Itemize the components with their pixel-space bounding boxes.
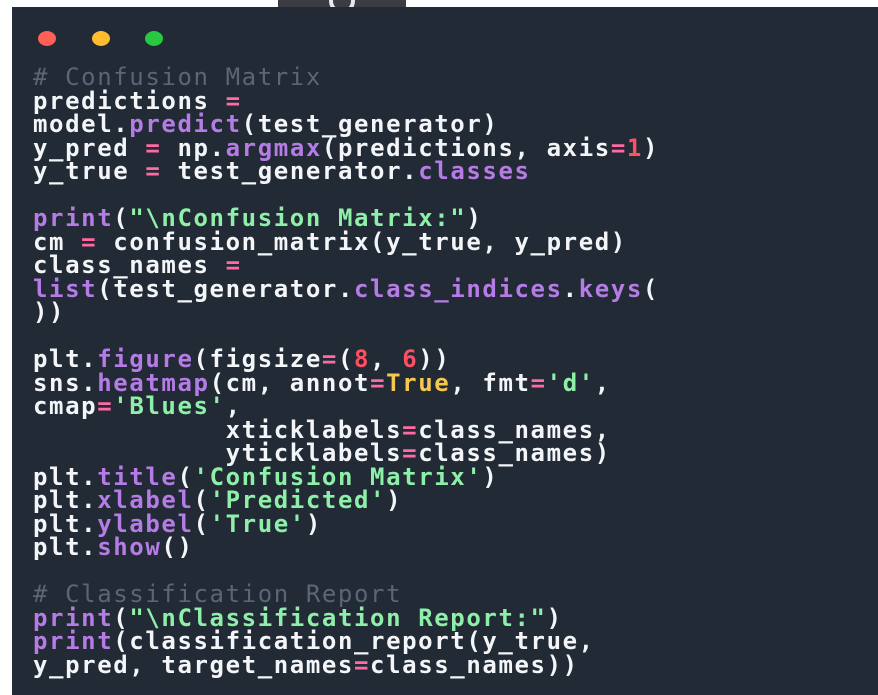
code-token: keys [578,274,643,303]
code-token: = [530,368,547,397]
code-token: ) [642,133,659,162]
code-token: ) [482,462,499,491]
code-token: ( [193,509,210,538]
code-token: = [145,157,162,185]
code-line: )) [33,298,870,326]
code-token: , [594,368,611,397]
code-token: = [370,368,387,397]
code-token: 1 [626,133,643,162]
code-token: , fmt [450,368,531,397]
code-block: # Confusion Matrix predictions = model.pre… [33,65,870,679]
code-token: plt. [33,533,98,561]
code-token: class_indices [354,274,563,303]
code-token: ) [386,486,403,514]
code-token: y_pred, target_names [33,650,354,679]
code-line: plt.show() [33,533,870,561]
code-token: ( [642,274,659,303]
code-token: ) [305,509,322,538]
code-token: test_generator. [161,157,419,185]
minimize-dot[interactable] [92,31,110,46]
code-token: )) [33,298,66,326]
close-dot[interactable] [38,31,56,46]
code-token: = [353,650,371,679]
code-token: classes [418,157,531,185]
code-line: y_pred, target_names=class_names)) [33,650,870,679]
code-token: . [562,274,579,303]
code-line: y_true = test_generator.classes [33,157,870,185]
code-token: class_names)) [370,650,579,679]
code-token: (test_generator. [97,274,354,303]
code-line: list(test_generator.class_indices.keys( [33,274,870,303]
maximize-dot[interactable] [145,31,163,46]
code-token: () [161,533,194,561]
code-token: y_true [33,157,146,185]
code-token: = [610,133,627,162]
code-token: True [386,368,451,397]
code-token: show [97,533,162,561]
code-token: 'True' [209,509,306,538]
code-token: 'd' [546,368,595,397]
